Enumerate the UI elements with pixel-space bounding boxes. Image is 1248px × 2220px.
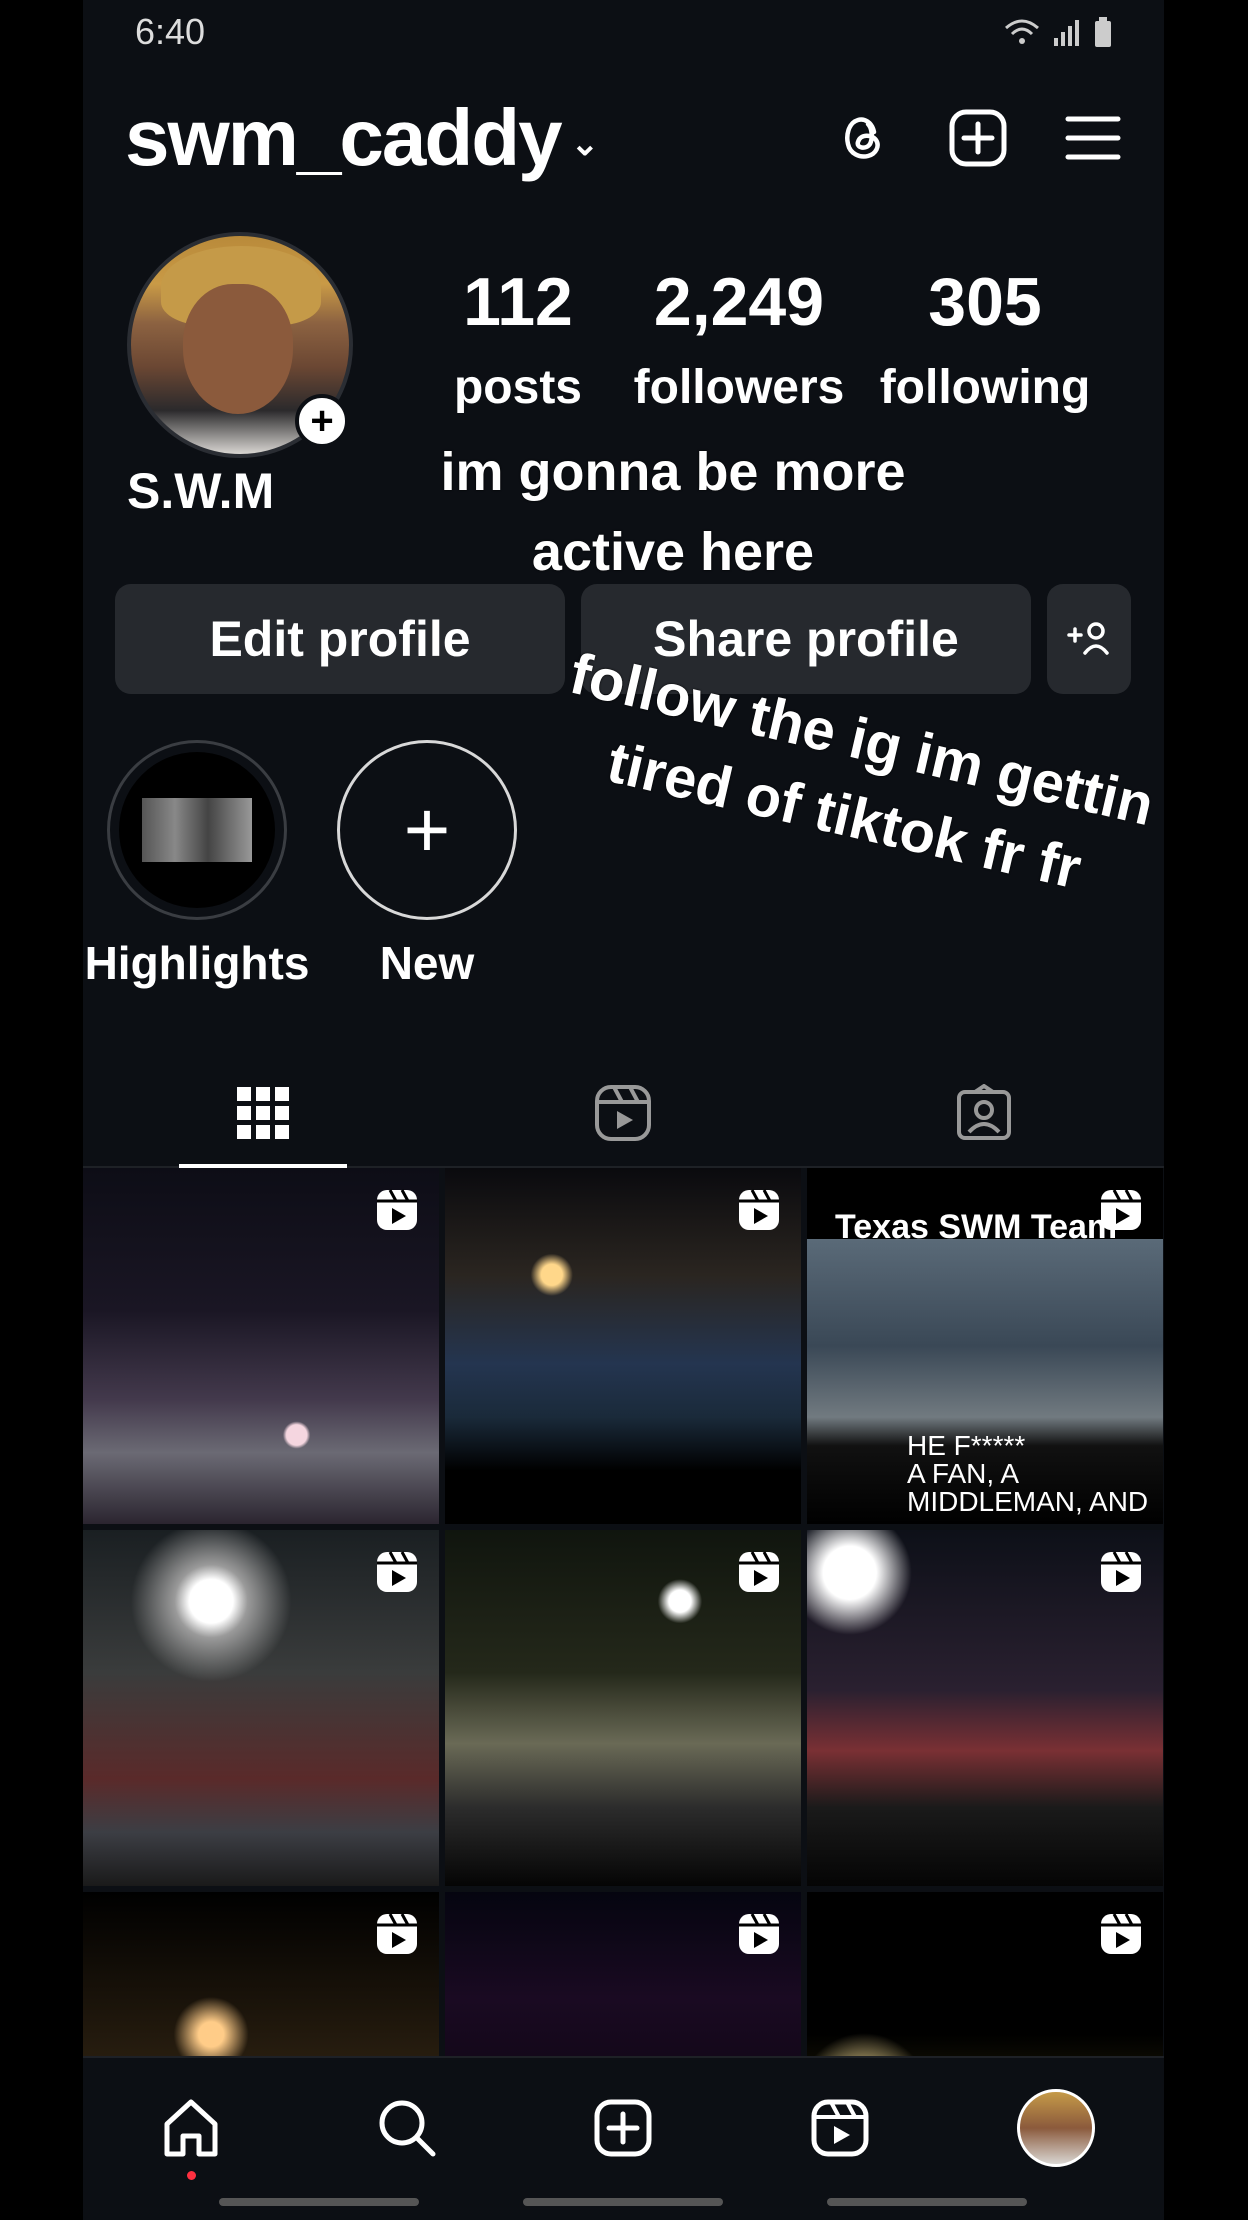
nav-home[interactable]: [151, 2088, 231, 2180]
stat-value: 2,249: [653, 264, 825, 340]
grid-post[interactable]: [445, 1168, 801, 1524]
highlight-label: Highlights: [84, 937, 310, 989]
create-post-icon[interactable]: [948, 108, 1008, 168]
stat-value: 305: [928, 264, 1042, 340]
username: swm_caddy: [125, 93, 563, 182]
caption-line: HE F*****: [907, 1430, 1026, 1461]
post-caption-bottom: HE F***** A FAN, A MIDDLEMAN, AND: [907, 1432, 1148, 1516]
reel-icon: [1101, 1189, 1141, 1230]
reel-icon: [377, 1913, 417, 1954]
threads-icon[interactable]: [836, 110, 892, 166]
grid-icon: [237, 1087, 290, 1139]
story-highlights: Highlights + New: [85, 740, 527, 990]
reel-icon: [739, 1551, 779, 1592]
edit-profile-button[interactable]: Edit profile: [115, 584, 565, 694]
grid-post[interactable]: [445, 1530, 801, 1886]
stat-following[interactable]: 305 following: [865, 268, 1105, 415]
stat-label: followers: [633, 361, 845, 414]
nav-search[interactable]: [367, 2088, 447, 2168]
stat-followers[interactable]: 2,249 followers: [613, 268, 865, 415]
plus-icon: +: [403, 785, 451, 874]
tab-posts[interactable]: [83, 1060, 443, 1168]
new-highlight-button[interactable]: + New: [327, 740, 527, 990]
display-name: S.W.M: [127, 463, 275, 519]
nav-create[interactable]: [583, 2088, 663, 2168]
profile-avatar-icon: [1016, 2089, 1095, 2167]
search-icon: [379, 2100, 436, 2157]
create-icon: [594, 2099, 652, 2157]
stat-value: 112: [463, 264, 573, 340]
reel-icon: [377, 1551, 417, 1592]
reel-icon: [1101, 1551, 1141, 1592]
tab-tagged[interactable]: [804, 1060, 1164, 1166]
grid-post[interactable]: Texas SWM Team HE F***** A FAN, A MIDDLE…: [807, 1168, 1163, 1524]
grid-post[interactable]: [83, 1168, 439, 1524]
highlight-thumbnail: [142, 798, 252, 862]
reel-icon: [739, 1189, 779, 1230]
profile-stats: 112 posts 2,249 followers 305 following: [423, 268, 1134, 415]
wifi-icon: [1005, 19, 1039, 44]
notification-dot: [186, 2171, 196, 2180]
stat-posts[interactable]: 112 posts: [423, 268, 613, 415]
home-icon: [164, 2099, 218, 2157]
discover-people-button[interactable]: [1047, 584, 1131, 694]
status-bar: 6:40: [135, 11, 1112, 52]
reel-icon: [739, 1913, 779, 1954]
add-person-icon: [1067, 622, 1109, 655]
grid-post[interactable]: [807, 1530, 1163, 1886]
chevron-down-icon: ⌄: [570, 125, 599, 163]
bottom-navigation: [83, 2056, 1164, 2220]
profile-header: swm_caddy ⌄: [125, 88, 1122, 188]
menu-icon[interactable]: [1064, 113, 1122, 163]
stat-label: posts: [453, 361, 582, 414]
profile-screen: 6:40 swm_caddy ⌄ + 112 posts 2,249 follo…: [83, 0, 1164, 2220]
profile-tabs: [83, 1060, 1164, 1168]
add-story-button[interactable]: +: [295, 394, 349, 448]
highlight-label: New: [379, 937, 475, 989]
highlight-item[interactable]: Highlights: [85, 740, 309, 990]
profile-avatar[interactable]: +: [127, 232, 357, 462]
gesture-bar: [523, 2198, 723, 2206]
gesture-bar: [219, 2198, 419, 2206]
caption-line: A FAN, A: [907, 1458, 1020, 1489]
signal-icon: [1054, 20, 1079, 46]
caption-line: MIDDLEMAN, AND: [907, 1486, 1149, 1517]
tagged-icon: [956, 1084, 1011, 1140]
nav-reels[interactable]: [800, 2088, 880, 2168]
status-icons: [1004, 17, 1112, 47]
nav-profile[interactable]: [1016, 2088, 1096, 2168]
status-time: 6:40: [135, 11, 206, 52]
reels-icon: [811, 2099, 869, 2157]
battery-icon: [1095, 17, 1111, 47]
tab-reels[interactable]: [443, 1060, 803, 1166]
grid-post[interactable]: [83, 1530, 439, 1886]
reels-icon: [595, 1085, 652, 1141]
post-caption: Texas SWM Team: [835, 1208, 1118, 1246]
reel-icon: [1101, 1913, 1141, 1954]
overlay-caption-1: im gonna be more active here: [440, 442, 906, 582]
reel-icon: [377, 1189, 417, 1230]
stat-label: following: [879, 361, 1091, 414]
username-switcher[interactable]: swm_caddy ⌄: [125, 92, 599, 184]
gesture-bar: [827, 2198, 1027, 2206]
